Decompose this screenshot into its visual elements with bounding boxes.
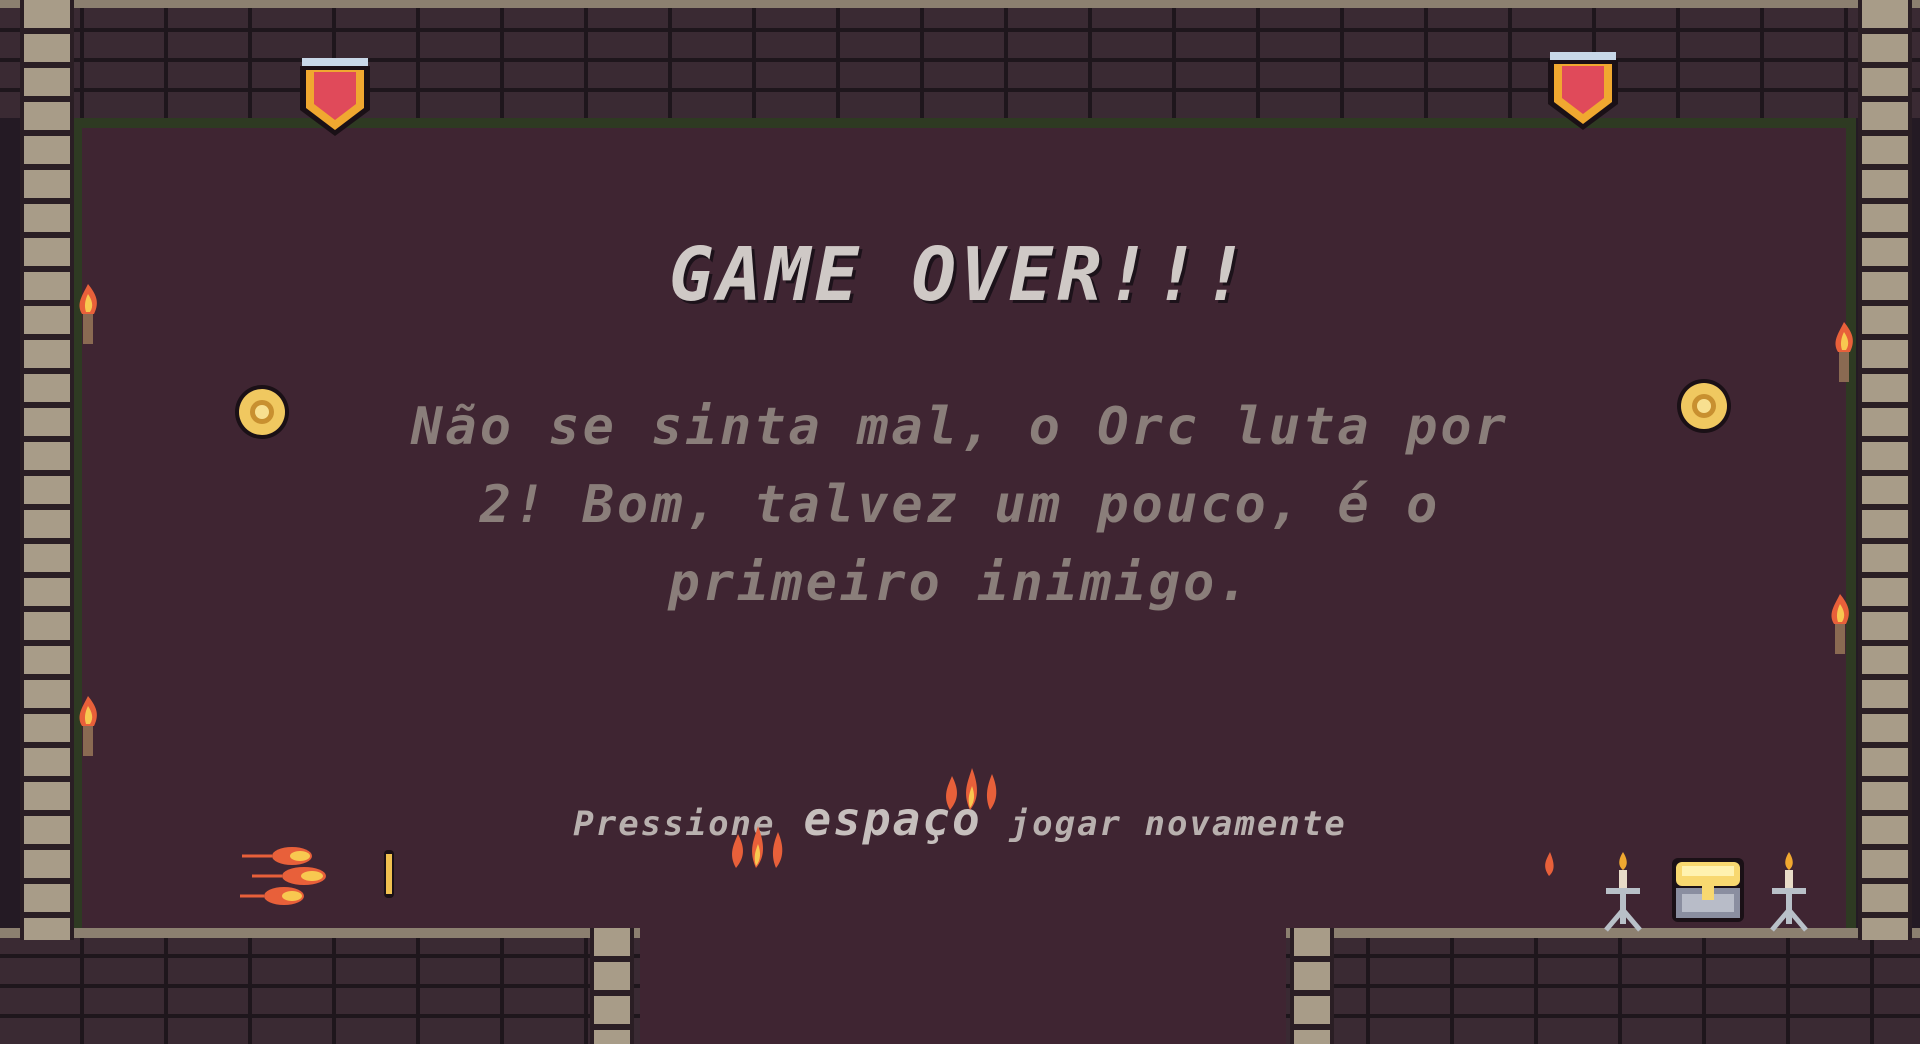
torch-icon [1835,322,1853,382]
bottom-left-wall [0,928,640,1044]
corridor-left-pillar [590,928,634,1044]
flame-icon [384,850,394,898]
banner-icon [300,58,370,136]
flame-icon [946,768,997,810]
torch-icon [79,696,97,756]
bottom-right-wall [1286,928,1920,1044]
treasure-chest-icon [1672,858,1744,922]
banner-icon [1548,52,1618,130]
game-over-message: Não se sinta mal, o Orc luta por 2! Bom,… [330,388,1590,622]
flame-icon [1545,852,1554,876]
message-line: Não se sinta mal, o Orc luta por [411,397,1509,457]
corridor-right-pillar [1290,928,1334,1044]
message-line: 2! Bom, talvez um pouco, é o [479,475,1441,535]
dungeon-corridor [640,928,1286,1044]
message-line: primeiro inimigo. [668,553,1252,613]
fireball-icon [240,847,326,905]
game-over-title: GAME OVER!!! [668,232,1252,318]
coin-icon [1677,379,1731,433]
candle-stand-icon [1604,852,1642,932]
flame-icon [732,826,783,868]
prompt-after: jogar novamente [1009,804,1347,844]
torch-icon [1831,594,1849,654]
bottom-left-wall-cap [0,928,640,938]
top-wall [0,0,1920,118]
coin-icon [235,385,289,439]
candle-stand-icon [1770,852,1808,932]
